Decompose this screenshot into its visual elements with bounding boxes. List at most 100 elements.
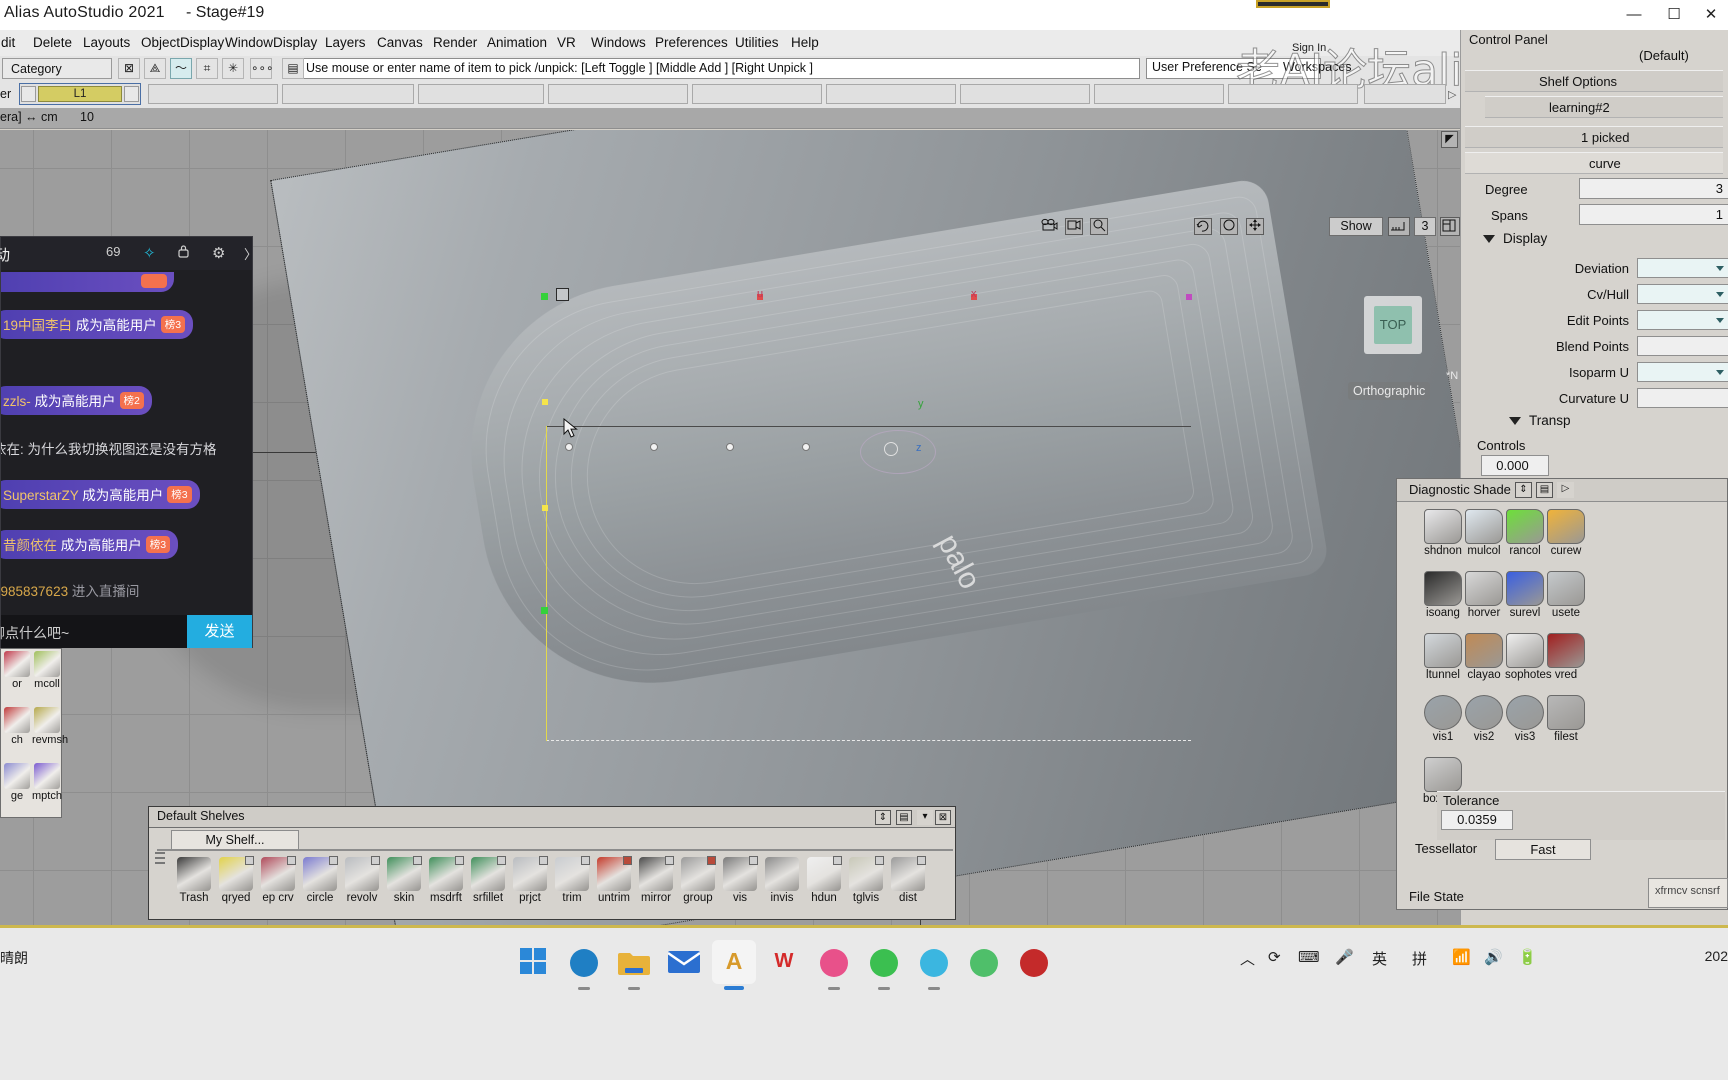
sign-in-link[interactable]: Sign In <box>1292 42 1326 54</box>
record-icon[interactable] <box>1012 940 1056 984</box>
shelf-item-skin[interactable]: skin <box>383 856 425 912</box>
layer-l1-chip[interactable]: L1 <box>38 86 122 102</box>
mini-item-or[interactable]: or <box>2 651 32 705</box>
cv-yellow-1[interactable] <box>542 399 548 405</box>
ime-en-icon[interactable]: 英 <box>1372 948 1387 969</box>
mail-icon[interactable] <box>662 940 706 984</box>
shelf-item-revolv[interactable]: revolv <box>341 856 383 912</box>
diag-icon-curew[interactable]: curew <box>1546 509 1586 561</box>
chat-input[interactable]: 聊点什么吧~ <box>0 623 69 643</box>
shelf-grip-handle[interactable] <box>154 849 166 871</box>
maximize-button[interactable]: ☐ <box>1654 2 1694 28</box>
shelves-title-bar[interactable] <box>149 807 955 828</box>
diag-menu-button[interactable]: ▤ <box>1536 482 1553 498</box>
mini-item-ch[interactable]: ch <box>2 707 32 761</box>
green-app-icon[interactable] <box>962 940 1006 984</box>
diag-expand-button[interactable]: ▷ <box>1557 482 1574 498</box>
menu-item-layouts[interactable]: Layouts <box>78 33 135 53</box>
display-section-triangle[interactable] <box>1483 235 1495 243</box>
shelf-item-srfillet[interactable]: srfillet <box>467 856 509 912</box>
tolerance-value[interactable]: 0.0359 <box>1441 810 1513 830</box>
menu-item-render[interactable]: Render <box>428 33 482 53</box>
shelf-item-trash[interactable]: Trash <box>173 857 215 912</box>
menu-item-objectdisplay[interactable]: ObjectDisplay <box>136 33 229 53</box>
menu-item-utilities[interactable]: Utilities <box>730 33 784 53</box>
viewport-resize-corner[interactable]: ◤ <box>1441 131 1458 148</box>
cv-point-1[interactable] <box>650 443 658 451</box>
shelf-item-trim[interactable]: trim <box>551 856 593 912</box>
collapse-icon[interactable]: 〉 <box>244 244 257 263</box>
shelf-options-label[interactable]: Shelf Options <box>1539 74 1617 89</box>
shelves-resize-button[interactable]: ⇕ <box>875 810 891 825</box>
camera-icon[interactable] <box>1040 218 1058 235</box>
mic-icon[interactable]: 🎤 <box>1335 948 1354 966</box>
menu-item-preferences[interactable]: Preferences <box>650 33 733 53</box>
display-section-title[interactable]: Display <box>1503 231 1547 246</box>
ime-pinyin-icon[interactable]: 拼 <box>1412 948 1427 969</box>
layer-slot-5[interactable] <box>826 84 956 104</box>
rotate-icon[interactable] <box>1194 218 1212 235</box>
shelf-item-ep-crv[interactable]: ep crv <box>257 856 299 912</box>
transform-section-title[interactable]: Transp <box>1529 413 1571 428</box>
menu-item-delete[interactable]: Delete <box>28 33 77 53</box>
shelf-item-msdrft[interactable]: msdrft <box>425 856 467 912</box>
curve-left-edge[interactable] <box>546 426 547 741</box>
clock[interactable]: 202 <box>1705 948 1728 964</box>
menu-item-vr[interactable]: VR <box>552 33 581 53</box>
zoom-icon[interactable] <box>1090 218 1108 235</box>
layer-slot-3[interactable] <box>548 84 688 104</box>
user-preference-label[interactable]: User Preference Se <box>1152 60 1262 74</box>
diag-icon-isoang[interactable]: isoang <box>1423 571 1463 623</box>
prompt-input[interactable]: Use mouse or enter name of item to pick … <box>300 58 1140 79</box>
shelf-item-prjct[interactable]: prjct <box>509 856 551 912</box>
diag-icon-sophotes[interactable]: sophotes <box>1505 633 1552 685</box>
controls-value[interactable]: 0.000 <box>1481 455 1549 476</box>
shelf-item-qryed[interactable]: qryed <box>215 856 257 912</box>
menu-item-dit[interactable]: dit <box>0 33 20 53</box>
layer-toggle-right[interactable] <box>124 86 139 102</box>
weather-label[interactable]: 晴朗 <box>0 948 28 968</box>
view-cube[interactable]: TOP <box>1364 296 1422 354</box>
close-button[interactable]: ✕ <box>1694 2 1728 28</box>
point-icon[interactable]: ✳ <box>222 58 244 79</box>
start-icon[interactable] <box>512 940 556 984</box>
menu-item-windowdisplay[interactable]: WindowDisplay <box>220 33 322 53</box>
degree-value[interactable]: 3 <box>1579 178 1728 199</box>
gear-icon[interactable]: ⚙ <box>212 244 225 262</box>
diag-icon-usete[interactable]: usete <box>1546 571 1586 623</box>
chevron-up-icon[interactable]: ︿ <box>1240 948 1255 969</box>
shelf-tab-my-shelf[interactable]: My Shelf... <box>171 830 299 850</box>
surface-icon[interactable]: ⌗ <box>196 58 218 79</box>
category-dropdown[interactable]: Category <box>2 58 112 79</box>
learning-label[interactable]: learning#2 <box>1549 100 1610 115</box>
view-count-button[interactable]: 3 <box>1414 217 1436 236</box>
menu-item-layers[interactable]: Layers <box>320 33 371 53</box>
diag-icon-mulcol[interactable]: mulcol <box>1464 509 1504 561</box>
cloud-icon[interactable] <box>812 940 856 990</box>
live-icon[interactable] <box>912 940 956 990</box>
cv-magenta[interactable] <box>1186 294 1192 300</box>
layer-l1-group[interactable]: L1 <box>19 83 141 105</box>
layer-slot-8[interactable] <box>1228 84 1358 104</box>
display-row-control-curvature-u[interactable] <box>1637 388 1728 408</box>
snap-icon[interactable]: ⟁ <box>144 58 166 79</box>
list-icon[interactable]: ▤ <box>282 58 304 79</box>
edge-icon[interactable] <box>562 940 606 990</box>
tessellator-value[interactable]: Fast <box>1495 839 1591 860</box>
layer-slot-7[interactable] <box>1094 84 1224 104</box>
layer-slot-2[interactable] <box>418 84 544 104</box>
cv-point-3[interactable] <box>802 443 810 451</box>
curve-top-edge[interactable] <box>546 426 1191 427</box>
keyboard-icon[interactable]: ⌨ <box>1298 948 1320 966</box>
mini-item-mptch[interactable]: mptch <box>32 763 62 817</box>
wifi-icon[interactable]: 📶 <box>1452 948 1471 966</box>
display-row-control-edit-points[interactable] <box>1637 310 1728 330</box>
spans-value[interactable]: 1 <box>1579 204 1728 225</box>
diag-icon-ltunnel[interactable]: ltunnel <box>1423 633 1463 685</box>
layer-slot-0[interactable] <box>148 84 278 104</box>
layer-slot-9[interactable] <box>1364 84 1446 104</box>
display-row-control-isoparm-u[interactable] <box>1637 362 1728 382</box>
battery-icon[interactable]: 🔋 <box>1518 948 1537 966</box>
diag-icon-horver[interactable]: horver <box>1464 571 1504 623</box>
more-options-icon[interactable]: ∘∘∘ <box>250 58 274 79</box>
